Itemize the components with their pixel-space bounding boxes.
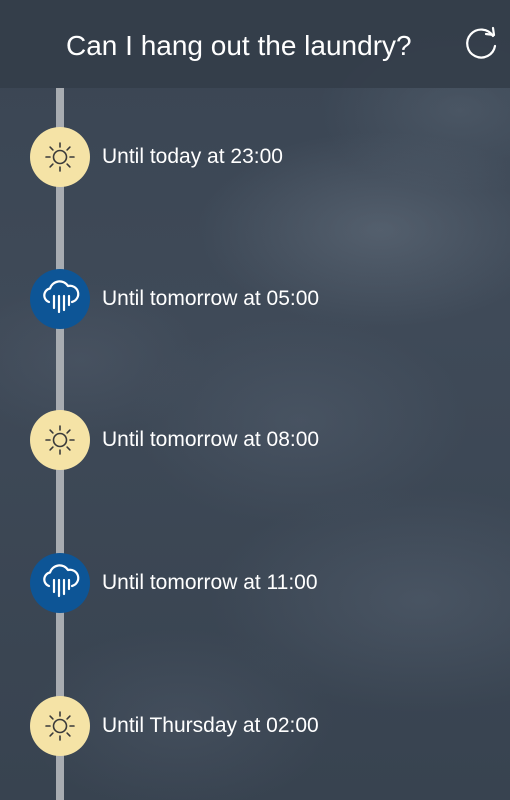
app-header: Can I hang out the laundry? [0,0,510,88]
sun-icon [45,142,75,172]
entry-label: Until tomorrow at 11:00 [102,571,318,594]
rain-cloud-icon [43,280,80,314]
weather-badge-sunny [30,127,90,187]
timeline-entry: Until Thursday at 02:00 [30,696,500,758]
timeline-entry: Until today at 23:00 [30,127,500,189]
entry-label: Until Thursday at 02:00 [102,714,319,737]
sun-icon [45,711,75,741]
entry-label: Until tomorrow at 05:00 [102,287,320,310]
weather-badge-sunny [30,696,90,756]
weather-badge-rainy [30,269,90,329]
weather-badge-sunny [30,410,90,470]
page-title: Can I hang out the laundry? [66,30,412,61]
timeline-entry: Until tomorrow at 05:00 [30,269,500,331]
cloudy-sky-background [0,0,510,800]
timeline-entry: Until tomorrow at 11:00 [30,553,500,615]
rain-cloud-icon [43,564,80,598]
refresh-icon [466,26,497,59]
entry-label: Until tomorrow at 08:00 [102,428,320,451]
timeline-entry: Until tomorrow at 08:00 [30,410,500,472]
entry-label: Until today at 23:00 [102,145,283,168]
refresh-button[interactable] [464,26,500,62]
sun-icon [45,425,75,455]
weather-badge-rainy [30,553,90,613]
